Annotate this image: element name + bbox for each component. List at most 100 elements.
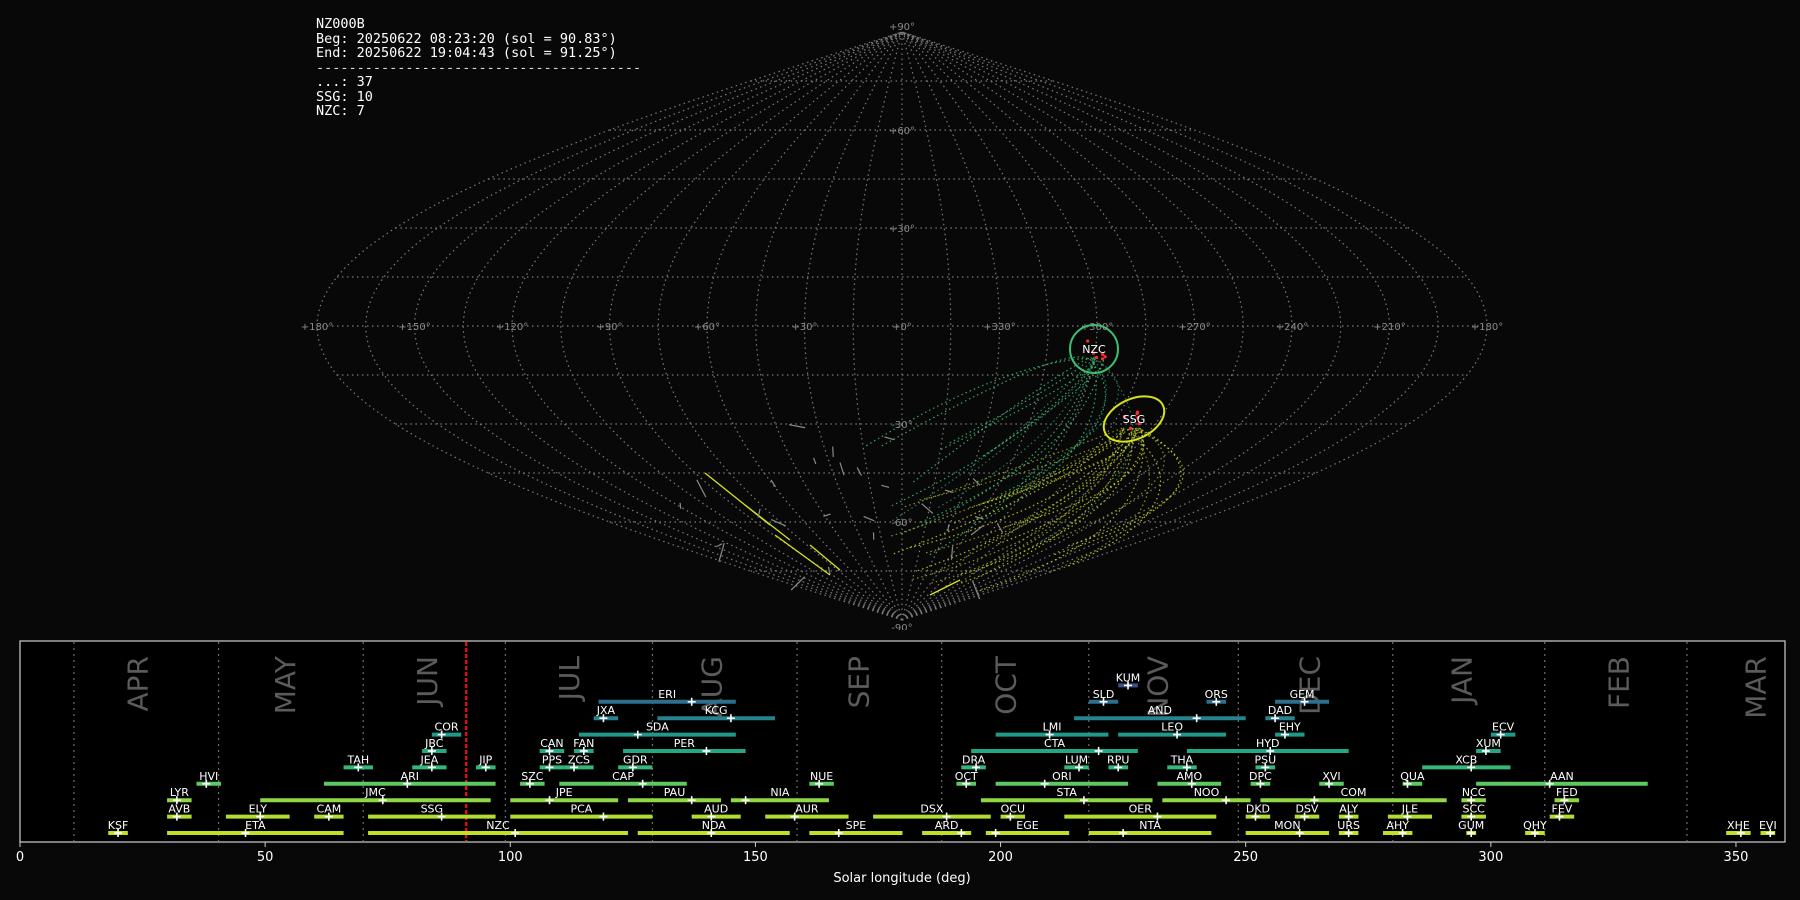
month-labels: APR MAY JUN JUL AUG SEP OCT NOV DEC JAN FEB MAR xyxy=(73,642,1773,841)
shower-lyr: LYR xyxy=(167,786,192,805)
shower-per: PER xyxy=(623,737,746,755)
shower-fed: FED xyxy=(1554,786,1580,805)
shower-label: OCT xyxy=(955,770,978,783)
shower-ehy: EHY xyxy=(1275,721,1305,739)
shower-label: AVB xyxy=(168,803,190,816)
shower-label: LEO xyxy=(1161,721,1183,734)
shower-label: CAP xyxy=(612,770,634,783)
shower-label: DAD xyxy=(1268,704,1292,717)
x-tick-label: 100 xyxy=(498,850,523,865)
meteor-track xyxy=(912,357,1090,483)
meteor-track xyxy=(884,436,895,441)
shower-cor: COR xyxy=(431,721,462,739)
meteor-track xyxy=(986,357,1097,519)
shower-dkd: DKD xyxy=(1245,803,1271,821)
x-tick-label: 150 xyxy=(743,850,768,865)
shower-label: GDR xyxy=(623,753,648,766)
shower-label: EVI xyxy=(1759,819,1777,832)
shower-rpu: RPU xyxy=(1107,753,1129,772)
shower-label: NZC xyxy=(486,819,510,832)
lon-tick-label: +180° xyxy=(301,322,333,333)
shower-label: AHY xyxy=(1386,819,1409,832)
shower-label: ALY xyxy=(1339,803,1358,816)
month-label: AUG xyxy=(695,656,728,717)
shower-jpe: JPE xyxy=(510,786,619,805)
shower-avb: AVB xyxy=(167,803,192,821)
meteor-tracks xyxy=(679,356,1184,600)
shower-gum: GUM xyxy=(1458,819,1484,837)
shower-ari: ARI xyxy=(323,770,496,788)
shower-xvi: XVI xyxy=(1319,770,1344,788)
shower-label: ELY xyxy=(249,803,268,816)
meteor-track xyxy=(827,566,831,575)
shower-label: AUR xyxy=(795,803,819,816)
meteor-track xyxy=(921,503,934,514)
shower-label: CTA xyxy=(1044,737,1066,750)
shower-label: GUM xyxy=(1458,819,1484,832)
shower-fev: FEV xyxy=(1549,803,1575,821)
shower-nia: NIA xyxy=(730,786,829,805)
shower-qhy: QHY xyxy=(1523,819,1547,837)
shower-label: JEA xyxy=(420,753,439,766)
shower-spe: SPE xyxy=(809,819,903,837)
shower-label: JXA xyxy=(596,704,616,717)
shower-aly: ALY xyxy=(1338,803,1359,821)
shower-hyd: HYD xyxy=(1186,737,1349,755)
shower-jxa: JXA xyxy=(593,704,619,723)
meteor-track xyxy=(970,524,985,536)
shower-label: JBC xyxy=(424,737,444,750)
shower-aud: AUD xyxy=(691,803,741,821)
month-label: MAY xyxy=(269,655,302,714)
month-label: JAN xyxy=(1445,656,1478,706)
shower-nue: NUE xyxy=(809,770,834,788)
shower-pca: PCA xyxy=(510,803,653,821)
meteor-track xyxy=(813,457,817,465)
meteor-track xyxy=(1004,427,1145,528)
shower-ege: EGE xyxy=(985,819,1070,837)
shower-label: JPE xyxy=(555,786,573,799)
shower-dsx: DSX xyxy=(873,803,991,821)
shower-amo: AMO xyxy=(1157,770,1222,788)
shower-tah: TAH xyxy=(343,753,373,772)
shower-sld: SLD xyxy=(1088,688,1119,706)
shower-label: AMO xyxy=(1176,770,1202,783)
shower-label: MON xyxy=(1274,819,1300,832)
shower-label: NUE xyxy=(810,770,833,783)
shower-zcs: ZCS xyxy=(564,753,594,772)
month-label: DEC xyxy=(1293,656,1326,715)
shower-ahy: AHY xyxy=(1382,819,1413,837)
shower-urs: URS xyxy=(1337,819,1360,837)
shower-label: ORI xyxy=(1052,770,1072,783)
shower-label: NIA xyxy=(770,786,789,799)
shower-label: LMI xyxy=(1043,721,1062,734)
shower-label: DSX xyxy=(920,803,943,816)
lat-tick-label: -30° xyxy=(891,420,912,431)
shower-label: HVI xyxy=(199,770,218,783)
shower-label: DRA xyxy=(962,753,986,766)
lon-tick-label: +0° xyxy=(892,322,912,333)
month-label: OCT xyxy=(989,655,1022,715)
shower-label: KUM xyxy=(1116,671,1140,684)
shower-cam: CAM xyxy=(314,803,344,821)
shower-jip: JIP xyxy=(475,753,496,772)
lon-tick-label: +210° xyxy=(1373,322,1405,333)
shower-label: JLE xyxy=(1401,803,1418,816)
shower-label: OER xyxy=(1129,803,1153,816)
lat-tick-label: +60° xyxy=(889,126,915,137)
shower-ncc: NCC xyxy=(1461,786,1486,805)
shower-oer: OER xyxy=(1064,803,1217,821)
meteor-track xyxy=(839,462,845,476)
shower-label: ORS xyxy=(1205,688,1228,701)
shower-label: NOO xyxy=(1194,786,1220,799)
radiant-markers: NZC SSG xyxy=(1069,324,1166,443)
shower-psu: PSU xyxy=(1254,753,1276,772)
lat-tick-label: -60° xyxy=(891,518,912,529)
radiant-label-nzc: NZC xyxy=(1082,343,1106,356)
lat-tick-label: +90° xyxy=(889,22,915,33)
shower-label: PAU xyxy=(664,786,686,799)
meteor-track xyxy=(947,524,950,532)
shower-sda: SDA xyxy=(578,721,736,739)
shower-label: XUM xyxy=(1476,737,1501,750)
shower-label: ETA xyxy=(245,819,266,832)
month-label: FEB xyxy=(1602,656,1635,709)
